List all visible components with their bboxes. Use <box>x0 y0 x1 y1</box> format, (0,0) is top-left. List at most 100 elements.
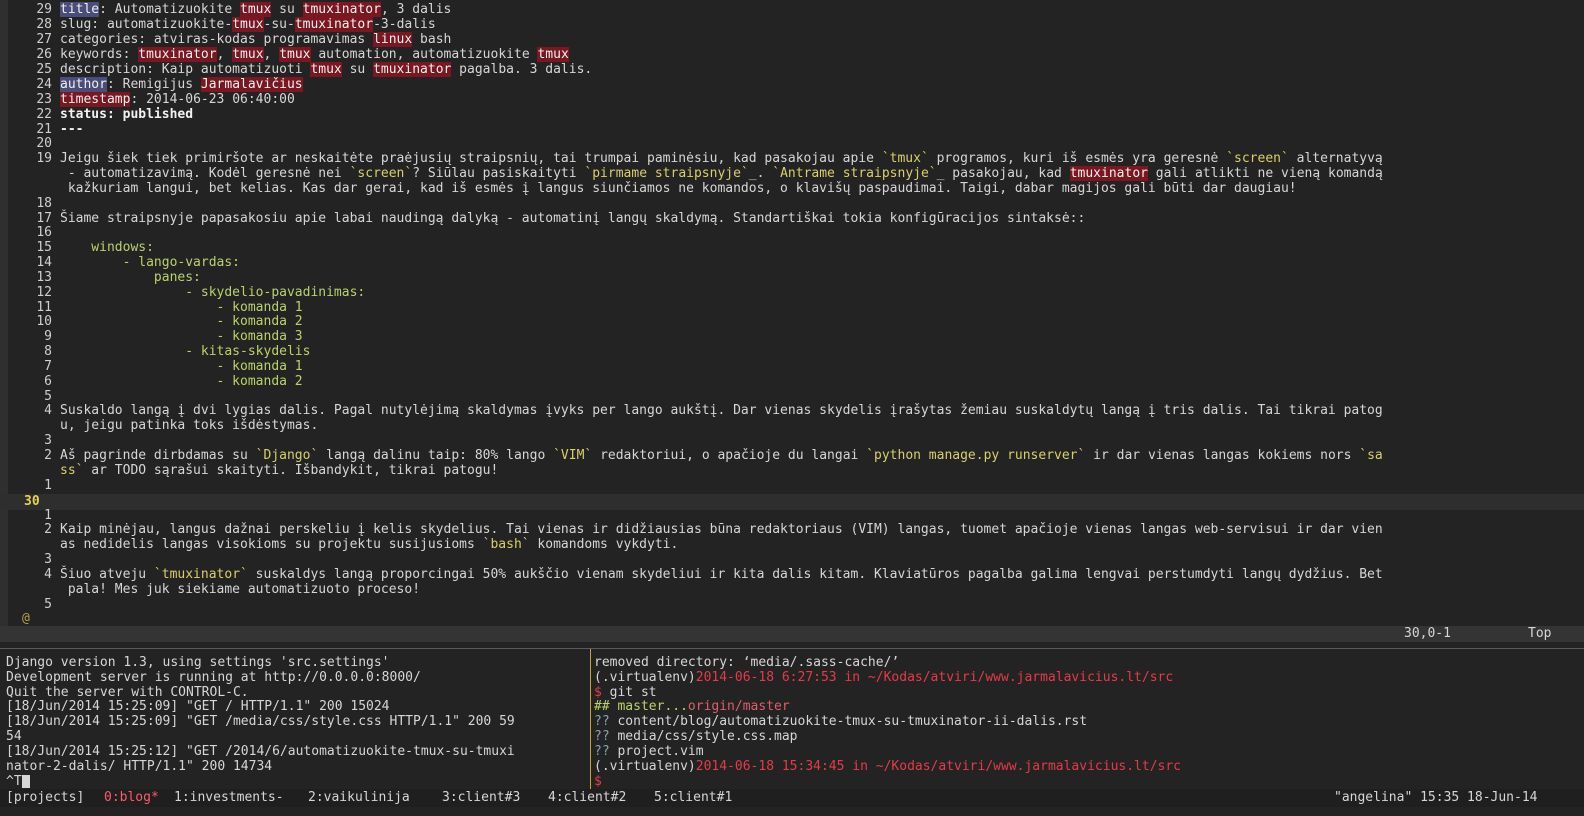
editor-line[interactable]: 3 <box>0 552 1584 567</box>
editor-line[interactable]: 24 author: Remigijus Jarmalavičius <box>0 77 1584 92</box>
line-text: su <box>271 2 303 17</box>
editor-line[interactable]: 16 <box>0 225 1584 240</box>
terminal-line: Development server is running at http://… <box>6 670 421 685</box>
editor-line[interactable]: 4 Suskaldo langą į dvi lygias dalis. Pag… <box>0 403 1584 418</box>
editor-line[interactable]: 6 - komanda 2 <box>0 374 1584 389</box>
line-number: 23 <box>36 92 52 107</box>
line-number: 13 <box>36 270 52 285</box>
editor-line[interactable]: 11 - komanda 1 <box>0 300 1584 315</box>
editor-line[interactable]: 2 Aš pagrinde dirbdamas su `Django` lang… <box>0 448 1584 463</box>
line-number: 1 <box>44 478 52 493</box>
code-block-line: - skydelio-pavadinimas: <box>60 285 366 300</box>
line-number: 24 <box>36 77 52 92</box>
editor-line[interactable]: 13 panes: <box>0 270 1584 285</box>
line-text: - automatizavimą. Kodėl geresnė nei <box>60 166 350 181</box>
editor-line-wrap[interactable]: ss` ar TODO sąrašui skaityti. Išbandykit… <box>0 463 1584 478</box>
virtualenv-tag: (.virtualenv) <box>594 759 696 774</box>
pane-divider-horizontal[interactable] <box>0 648 1584 649</box>
editor-line-wrap[interactable]: u, jeigu patinka toks išdėstymas. <box>0 418 1584 433</box>
line-number: 9 <box>44 329 52 344</box>
editor-line[interactable]: 5 <box>0 389 1584 404</box>
window-tab-client1[interactable]: 5:client#1 <box>654 789 732 807</box>
line-text: Šiuo atveju <box>60 567 154 582</box>
editor-line[interactable]: 25 description: Kaip automatizuoti tmux … <box>0 62 1584 77</box>
editor-line-current[interactable]: 30 <box>0 494 1584 509</box>
editor-line[interactable]: 8 - kitas-skydelis <box>0 344 1584 359</box>
editor-line[interactable]: 1 <box>0 508 1584 523</box>
line-text: Aš pagrinde dirbdamas su <box>60 448 256 463</box>
editor-line[interactable]: 21 --- <box>0 122 1584 137</box>
terminal-line: ## master...origin/master <box>594 699 790 714</box>
editor-line[interactable]: 3 <box>0 433 1584 448</box>
vim-editor[interactable]: 29 title: Automatizuokite tmux su tmuxin… <box>0 0 1584 628</box>
line-text: Šiame straipsnyje papasakosiu apie labai… <box>60 211 1086 226</box>
editor-line[interactable]: 27 categories: atviras-kodas programavim… <box>0 32 1584 47</box>
terminal-line: nator-2-dalis/ HTTP/1.1" 200 14734 <box>6 759 273 774</box>
spell-highlight: tmuxinator <box>138 47 217 62</box>
window-tab-blog[interactable]: 0:blog* <box>104 789 159 807</box>
line-number: 4 <box>44 567 52 582</box>
editor-line[interactable]: @ <box>0 611 1584 626</box>
line-text: ? Siūlau pasiskaityti <box>412 166 585 181</box>
editor-line[interactable]: 4 Šiuo atveju `tmuxinator` suskaldys lan… <box>0 567 1584 582</box>
editor-line[interactable]: 22 status: published <box>0 107 1584 122</box>
editor-line-wrap[interactable]: pala! Mes juk siekiame automatizuoto pro… <box>0 582 1584 597</box>
editor-line[interactable]: 17 Šiame straipsnyje papasakosiu apie la… <box>0 211 1584 226</box>
editor-line[interactable]: 10 - komanda 2 <box>0 314 1584 329</box>
spell-highlight: linux <box>373 32 413 47</box>
line-number: 10 <box>36 314 52 329</box>
field-key: author <box>60 77 107 92</box>
current-line-number: 30 <box>24 494 40 509</box>
line-text: _ pasakojau, kad <box>936 166 1070 181</box>
window-tab-client3[interactable]: 3:client#3 <box>442 789 520 807</box>
editor-line[interactable]: 5 <box>0 597 1584 612</box>
inline-code: ss` <box>60 463 84 478</box>
window-tab-investments[interactable]: 1:investments- <box>174 789 284 807</box>
terminal-line: [18/Jun/2014 15:25:12] "GET /2014/6/auto… <box>6 744 515 759</box>
window-tab-client2[interactable]: 4:client#2 <box>548 789 626 807</box>
line-number: 26 <box>36 47 52 62</box>
spell-highlight: tmuxinator <box>373 62 452 77</box>
editor-line[interactable]: 1 <box>0 478 1584 493</box>
window-tab-vaikulinija[interactable]: 2:vaikulinija <box>308 789 410 807</box>
editor-line-wrap[interactable]: as nedidelis langas visokioms su projekt… <box>0 537 1584 552</box>
inline-code: `tmuxinator` <box>153 567 248 582</box>
pane-divider-vertical[interactable] <box>590 649 591 789</box>
editor-line[interactable]: 20 <box>0 136 1584 151</box>
terminal-input-line[interactable]: ^T <box>6 774 30 789</box>
editor-line[interactable]: 12 - skydelio-pavadinimas: <box>0 285 1584 300</box>
editor-line[interactable]: 28 slug: automatizuokite-tmux-su-tmuxina… <box>0 17 1584 32</box>
line-number: 22 <box>36 107 52 122</box>
shell-pane[interactable]: removed directory: ‘media/.sass-cache/’ … <box>594 655 1584 789</box>
editor-line[interactable]: 14 - lango-vardas: <box>0 255 1584 270</box>
editor-line[interactable]: 7 - komanda 1 <box>0 359 1584 374</box>
editor-line[interactable]: 29 title: Automatizuokite tmux su tmuxin… <box>0 2 1584 17</box>
line-number: 1 <box>44 508 52 523</box>
terminal-input-line[interactable]: $ <box>594 774 602 789</box>
line-text: --- <box>60 122 84 137</box>
terminal-line: ?? project.vim <box>594 744 704 759</box>
code-block-line: - lango-vardas: <box>60 255 241 270</box>
line-number: 2 <box>44 522 52 537</box>
editor-line[interactable]: 19 Jeigu šiek tiek primiršote ar neskait… <box>0 151 1584 166</box>
line-number: 19 <box>36 151 52 166</box>
editor-line[interactable]: 9 - komanda 3 <box>0 329 1584 344</box>
spell-highlight: tmux <box>310 62 342 77</box>
line-text: : 2014-06-23 06:40:00 <box>130 92 295 107</box>
line-text: slug: automatizuokite- <box>60 17 233 32</box>
spell-highlight: tmux <box>537 47 569 62</box>
editor-line[interactable]: 2 Kaip minėjau, langus dažnai perskeliu … <box>0 522 1584 537</box>
line-text: gali atlikti ne vieną komandą <box>1147 166 1383 181</box>
field-key: timestamp <box>60 92 131 107</box>
inline-code: `python manage.py runserver` <box>866 448 1086 463</box>
line-text: keywords: <box>60 47 139 62</box>
terminal-line: Django version 1.3, using settings 'src.… <box>6 655 390 670</box>
editor-line-wrap[interactable]: - automatizavimą. Kodėl geresnė nei `scr… <box>0 166 1584 181</box>
editor-line[interactable]: 23 timestamp: 2014-06-23 06:40:00 <box>0 92 1584 107</box>
runserver-pane[interactable]: Django version 1.3, using settings 'src.… <box>0 655 588 789</box>
editor-line[interactable]: 26 keywords: tmuxinator, tmux, tmux auto… <box>0 47 1584 62</box>
code-block-line: - komanda 1 <box>60 359 303 374</box>
editor-line[interactable]: 15 windows: <box>0 240 1584 255</box>
editor-line-wrap[interactable]: kažkuriam langui, bet kelias. Kas dar ge… <box>0 181 1584 196</box>
editor-line[interactable]: 18 <box>0 196 1584 211</box>
